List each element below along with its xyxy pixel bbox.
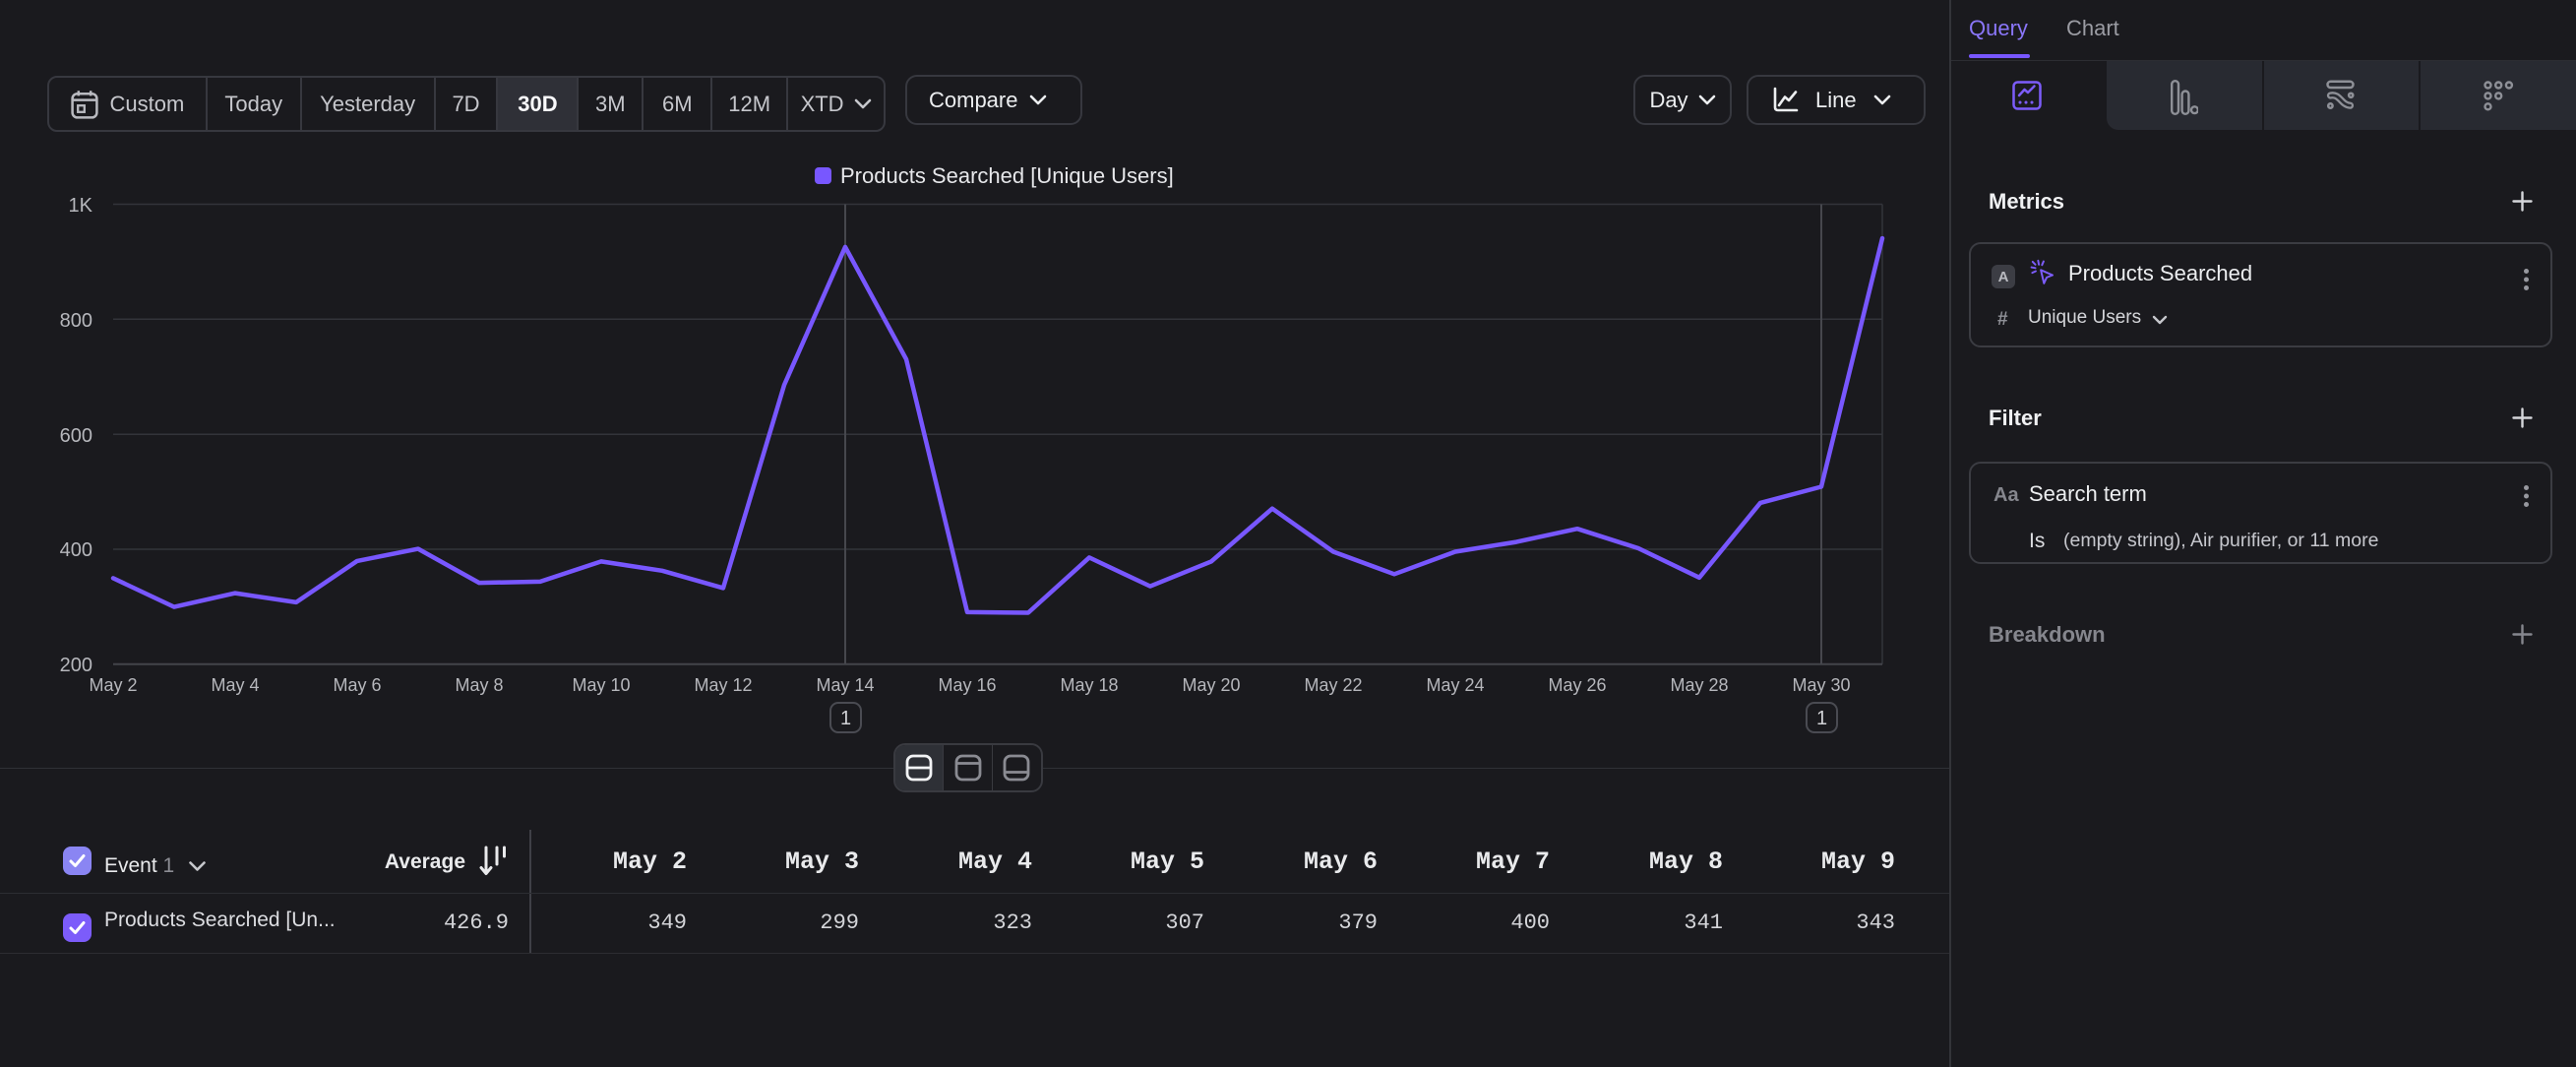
svg-text:May 18: May 18 xyxy=(1060,675,1118,695)
svg-text:600: 600 xyxy=(60,425,92,447)
svg-text:May 6: May 6 xyxy=(333,675,381,695)
svg-text:800: 800 xyxy=(60,310,92,332)
svg-text:May 12: May 12 xyxy=(694,675,752,695)
svg-text:May 22: May 22 xyxy=(1304,675,1362,695)
svg-text:May 20: May 20 xyxy=(1182,675,1240,695)
svg-text:May 8: May 8 xyxy=(455,675,503,695)
svg-text:400: 400 xyxy=(60,539,92,561)
svg-text:May 24: May 24 xyxy=(1426,675,1484,695)
svg-text:May 28: May 28 xyxy=(1670,675,1728,695)
svg-text:May 16: May 16 xyxy=(938,675,996,695)
svg-text:1K: 1K xyxy=(69,195,93,217)
svg-text:1: 1 xyxy=(1816,708,1827,729)
svg-text:May 26: May 26 xyxy=(1548,675,1606,695)
svg-text:May 4: May 4 xyxy=(211,675,259,695)
svg-text:May 10: May 10 xyxy=(572,675,630,695)
svg-text:May 30: May 30 xyxy=(1792,675,1850,695)
svg-text:May 2: May 2 xyxy=(89,675,137,695)
svg-text:1: 1 xyxy=(840,708,851,729)
svg-text:200: 200 xyxy=(60,655,92,676)
svg-text:May 14: May 14 xyxy=(816,675,874,695)
